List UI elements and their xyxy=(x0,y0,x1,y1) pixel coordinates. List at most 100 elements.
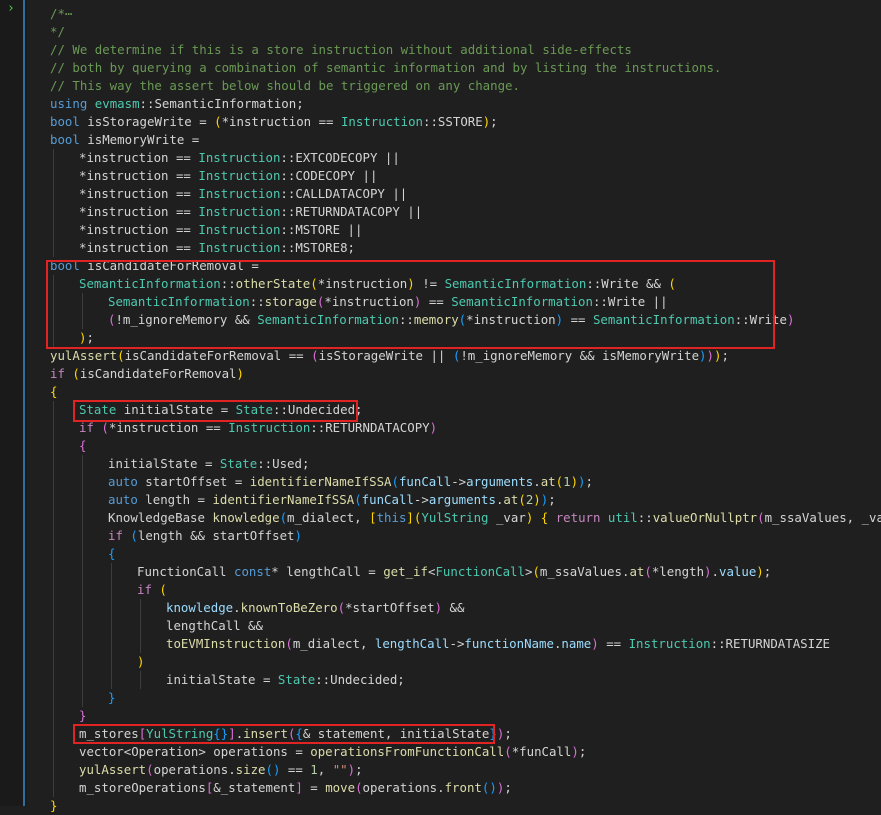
code-line[interactable]: // both by querying a combination of sem… xyxy=(50,59,721,77)
code-token: ::EXTCODECOPY || xyxy=(280,150,400,165)
code-token: Instruction xyxy=(198,222,281,237)
code-line[interactable]: *instruction == Instruction::EXTCODECOPY… xyxy=(79,149,400,167)
code-token: *instruction == xyxy=(108,420,229,435)
code-line[interactable]: /*⋯ xyxy=(50,5,72,23)
code-line[interactable]: } xyxy=(50,797,57,815)
code-line[interactable]: initialState = State::Used; xyxy=(108,455,309,473)
code-token: . xyxy=(233,600,241,615)
code-line[interactable]: *instruction == Instruction::CALLDATACOP… xyxy=(79,185,407,203)
chevron-right-icon[interactable]: › xyxy=(7,1,21,17)
code-line[interactable]: m_storeOperations[&_statement] = move(op… xyxy=(79,779,512,797)
code-token: ( xyxy=(265,762,273,777)
indent-guide xyxy=(82,455,83,707)
code-token: if xyxy=(79,420,94,435)
code-line[interactable]: auto startOffset = identifierNameIfSSA(f… xyxy=(108,473,593,491)
code-line[interactable]: *instruction == Instruction::RETURNDATAC… xyxy=(79,203,422,221)
code-line[interactable]: yulAssert(operations.size() == 1, ""); xyxy=(79,761,363,779)
highlight-box-candidate-for-removal xyxy=(46,260,775,349)
code-token: */ xyxy=(50,24,65,39)
code-token: !m_ignoreMemory && isMemoryWrite xyxy=(460,348,700,363)
code-token: m_ssaValues, _var xyxy=(764,510,881,525)
indent-guide xyxy=(111,563,112,689)
code-line[interactable]: } xyxy=(108,689,115,707)
code-token: at xyxy=(503,492,519,507)
code-token: ( xyxy=(504,744,512,759)
code-line[interactable]: // This way the assert below should be t… xyxy=(50,77,520,95)
code-line[interactable]: if (isCandidateForRemoval) xyxy=(50,365,244,383)
code-token: , xyxy=(317,762,333,777)
code-token: _var xyxy=(488,510,526,525)
code-token: ) xyxy=(571,744,579,759)
code-token: *funCall xyxy=(511,744,572,759)
code-line[interactable]: bool isStorageWrite = (*instruction == I… xyxy=(50,113,498,131)
code-token: ( xyxy=(354,492,362,507)
code-token: length && startOffset xyxy=(137,528,295,543)
code-token: identifierNameIfSSA xyxy=(212,492,355,507)
code-line[interactable]: *instruction == Instruction::MSTORE || xyxy=(79,221,362,239)
code-token: ::CALLDATACOPY || xyxy=(280,186,408,201)
code-token: at xyxy=(540,474,556,489)
code-line[interactable]: if (length && startOffset) xyxy=(108,527,302,545)
code-line[interactable]: *instruction == Instruction::CODECOPY || xyxy=(79,167,377,185)
code-line[interactable]: knowledge.knownToBeZero(*startOffset) && xyxy=(166,599,464,617)
code-token: Instruction xyxy=(228,420,311,435)
code-token: ] xyxy=(295,780,303,795)
indent-guide xyxy=(53,401,54,797)
code-line[interactable]: lengthCall && xyxy=(166,617,263,635)
code-line[interactable]: { xyxy=(108,545,115,563)
code-token: &_statement xyxy=(213,780,296,795)
code-line[interactable]: if ( xyxy=(137,581,167,599)
code-token: if xyxy=(108,528,123,543)
code-token: ) xyxy=(434,600,443,615)
code-token: ( xyxy=(337,600,346,615)
code-token: :: xyxy=(637,510,653,525)
code-line[interactable]: bool isMemoryWrite = xyxy=(50,131,199,149)
code-token: ; xyxy=(585,474,593,489)
code-token: ( xyxy=(285,636,293,651)
code-token: toEVMInstruction xyxy=(166,636,286,651)
code-token: identifierNameIfSSA xyxy=(249,474,392,489)
code-line[interactable]: ) xyxy=(137,653,144,671)
code-token: value xyxy=(718,564,757,579)
code-token: && xyxy=(442,600,465,615)
code-token: *instruction == xyxy=(221,114,341,129)
code-line[interactable]: using evmasm::SemanticInformation; xyxy=(50,95,304,113)
code-line[interactable]: // We determine if this is a store instr… xyxy=(50,41,632,59)
code-line[interactable]: { xyxy=(79,437,86,455)
code-token: knowledge xyxy=(166,600,234,615)
code-line[interactable]: vector<Operation> operations = operation… xyxy=(79,743,586,761)
code-token: ; xyxy=(490,114,498,129)
highlight-box-initial-state xyxy=(73,400,358,422)
code-line[interactable]: *instruction == Instruction::MSTORE8; xyxy=(79,239,355,257)
code-token: Instruction xyxy=(198,204,281,219)
code-line[interactable]: { xyxy=(50,383,57,401)
code-editor[interactable]: › /*⋯ */ // We determine if this is a stor… xyxy=(0,0,881,813)
code-token: ) xyxy=(786,312,795,327)
code-token: ) xyxy=(704,564,712,579)
code-line[interactable]: auto length = identifierNameIfSSA(funCal… xyxy=(108,491,556,509)
code-token: == xyxy=(598,636,629,651)
code-line[interactable]: FunctionCall const* lengthCall = get_if<… xyxy=(137,563,771,581)
code-token: /*⋯ xyxy=(50,6,73,21)
code-token: * lengthCall = xyxy=(271,564,384,579)
code-token: ; xyxy=(578,744,587,759)
code-line[interactable]: KnowledgeBase knowledge(m_dialect, [this… xyxy=(108,509,881,527)
code-token: auto xyxy=(108,474,138,489)
code-token: ( xyxy=(391,474,399,489)
code-token: m_storeOperations xyxy=(79,780,206,795)
code-line[interactable]: initialState = State::Undecided; xyxy=(166,671,405,689)
code-line[interactable]: */ xyxy=(50,23,65,41)
code-token: ( xyxy=(555,474,564,489)
code-line[interactable]: } xyxy=(79,707,86,725)
code-token: } xyxy=(79,708,87,723)
code-token: ::SSTORE xyxy=(423,114,483,129)
code-token: ( xyxy=(214,114,222,129)
code-token: functionName xyxy=(464,636,554,651)
code-line[interactable]: toEVMInstruction(m_dialect, lengthCall->… xyxy=(166,635,830,653)
code-token: front xyxy=(444,780,482,795)
code-token: ) xyxy=(347,762,356,777)
code-line[interactable]: yulAssert(isCandidateForRemoval == (isSt… xyxy=(50,347,729,365)
code-token: bool xyxy=(50,132,80,147)
code-token: ::RETURNDATACOPY xyxy=(310,420,430,435)
code-token: ( xyxy=(130,528,138,543)
